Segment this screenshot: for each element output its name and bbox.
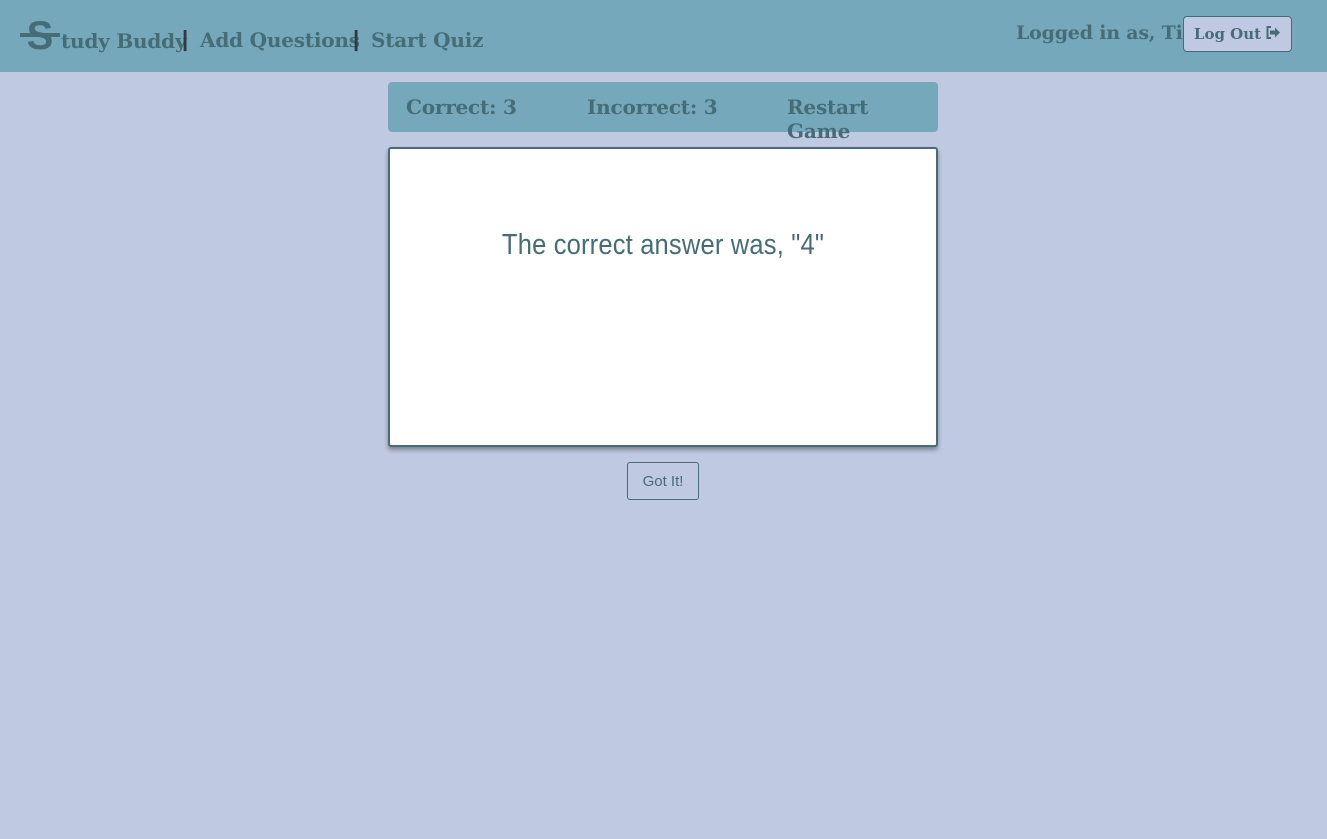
logged-in-status: Logged in as, Tim <box>1016 22 1203 44</box>
sign-out-icon <box>1266 25 1281 43</box>
navbar: S tudy Buddy | Add Questions | Start Qui… <box>0 0 1327 72</box>
answer-card: The correct answer was, "4" <box>388 147 938 447</box>
incorrect-count: Incorrect: 3 <box>587 95 718 119</box>
correct-answer-message: The correct answer was, "4" <box>501 229 825 261</box>
nav-link-start-quiz[interactable]: Start Quiz <box>371 28 484 52</box>
restart-game-link[interactable]: Restart Game <box>787 95 938 143</box>
nav-separator: | <box>182 26 189 51</box>
brand-name: tudy Buddy <box>61 29 187 53</box>
scoreboard: Correct: 3 Incorrect: 3 Restart Game <box>388 82 938 143</box>
brand-s-logo-icon: S <box>20 16 60 54</box>
log-out-label: Log Out <box>1193 25 1262 43</box>
correct-count: Correct: 3 <box>406 95 517 119</box>
nav-separator: | <box>353 26 360 51</box>
got-it-button[interactable]: Got It! <box>627 462 699 500</box>
nav-link-add-questions[interactable]: Add Questions <box>200 28 360 52</box>
brand-logo[interactable]: S tudy Buddy <box>20 14 187 54</box>
log-out-button[interactable]: Log Out <box>1183 16 1292 52</box>
